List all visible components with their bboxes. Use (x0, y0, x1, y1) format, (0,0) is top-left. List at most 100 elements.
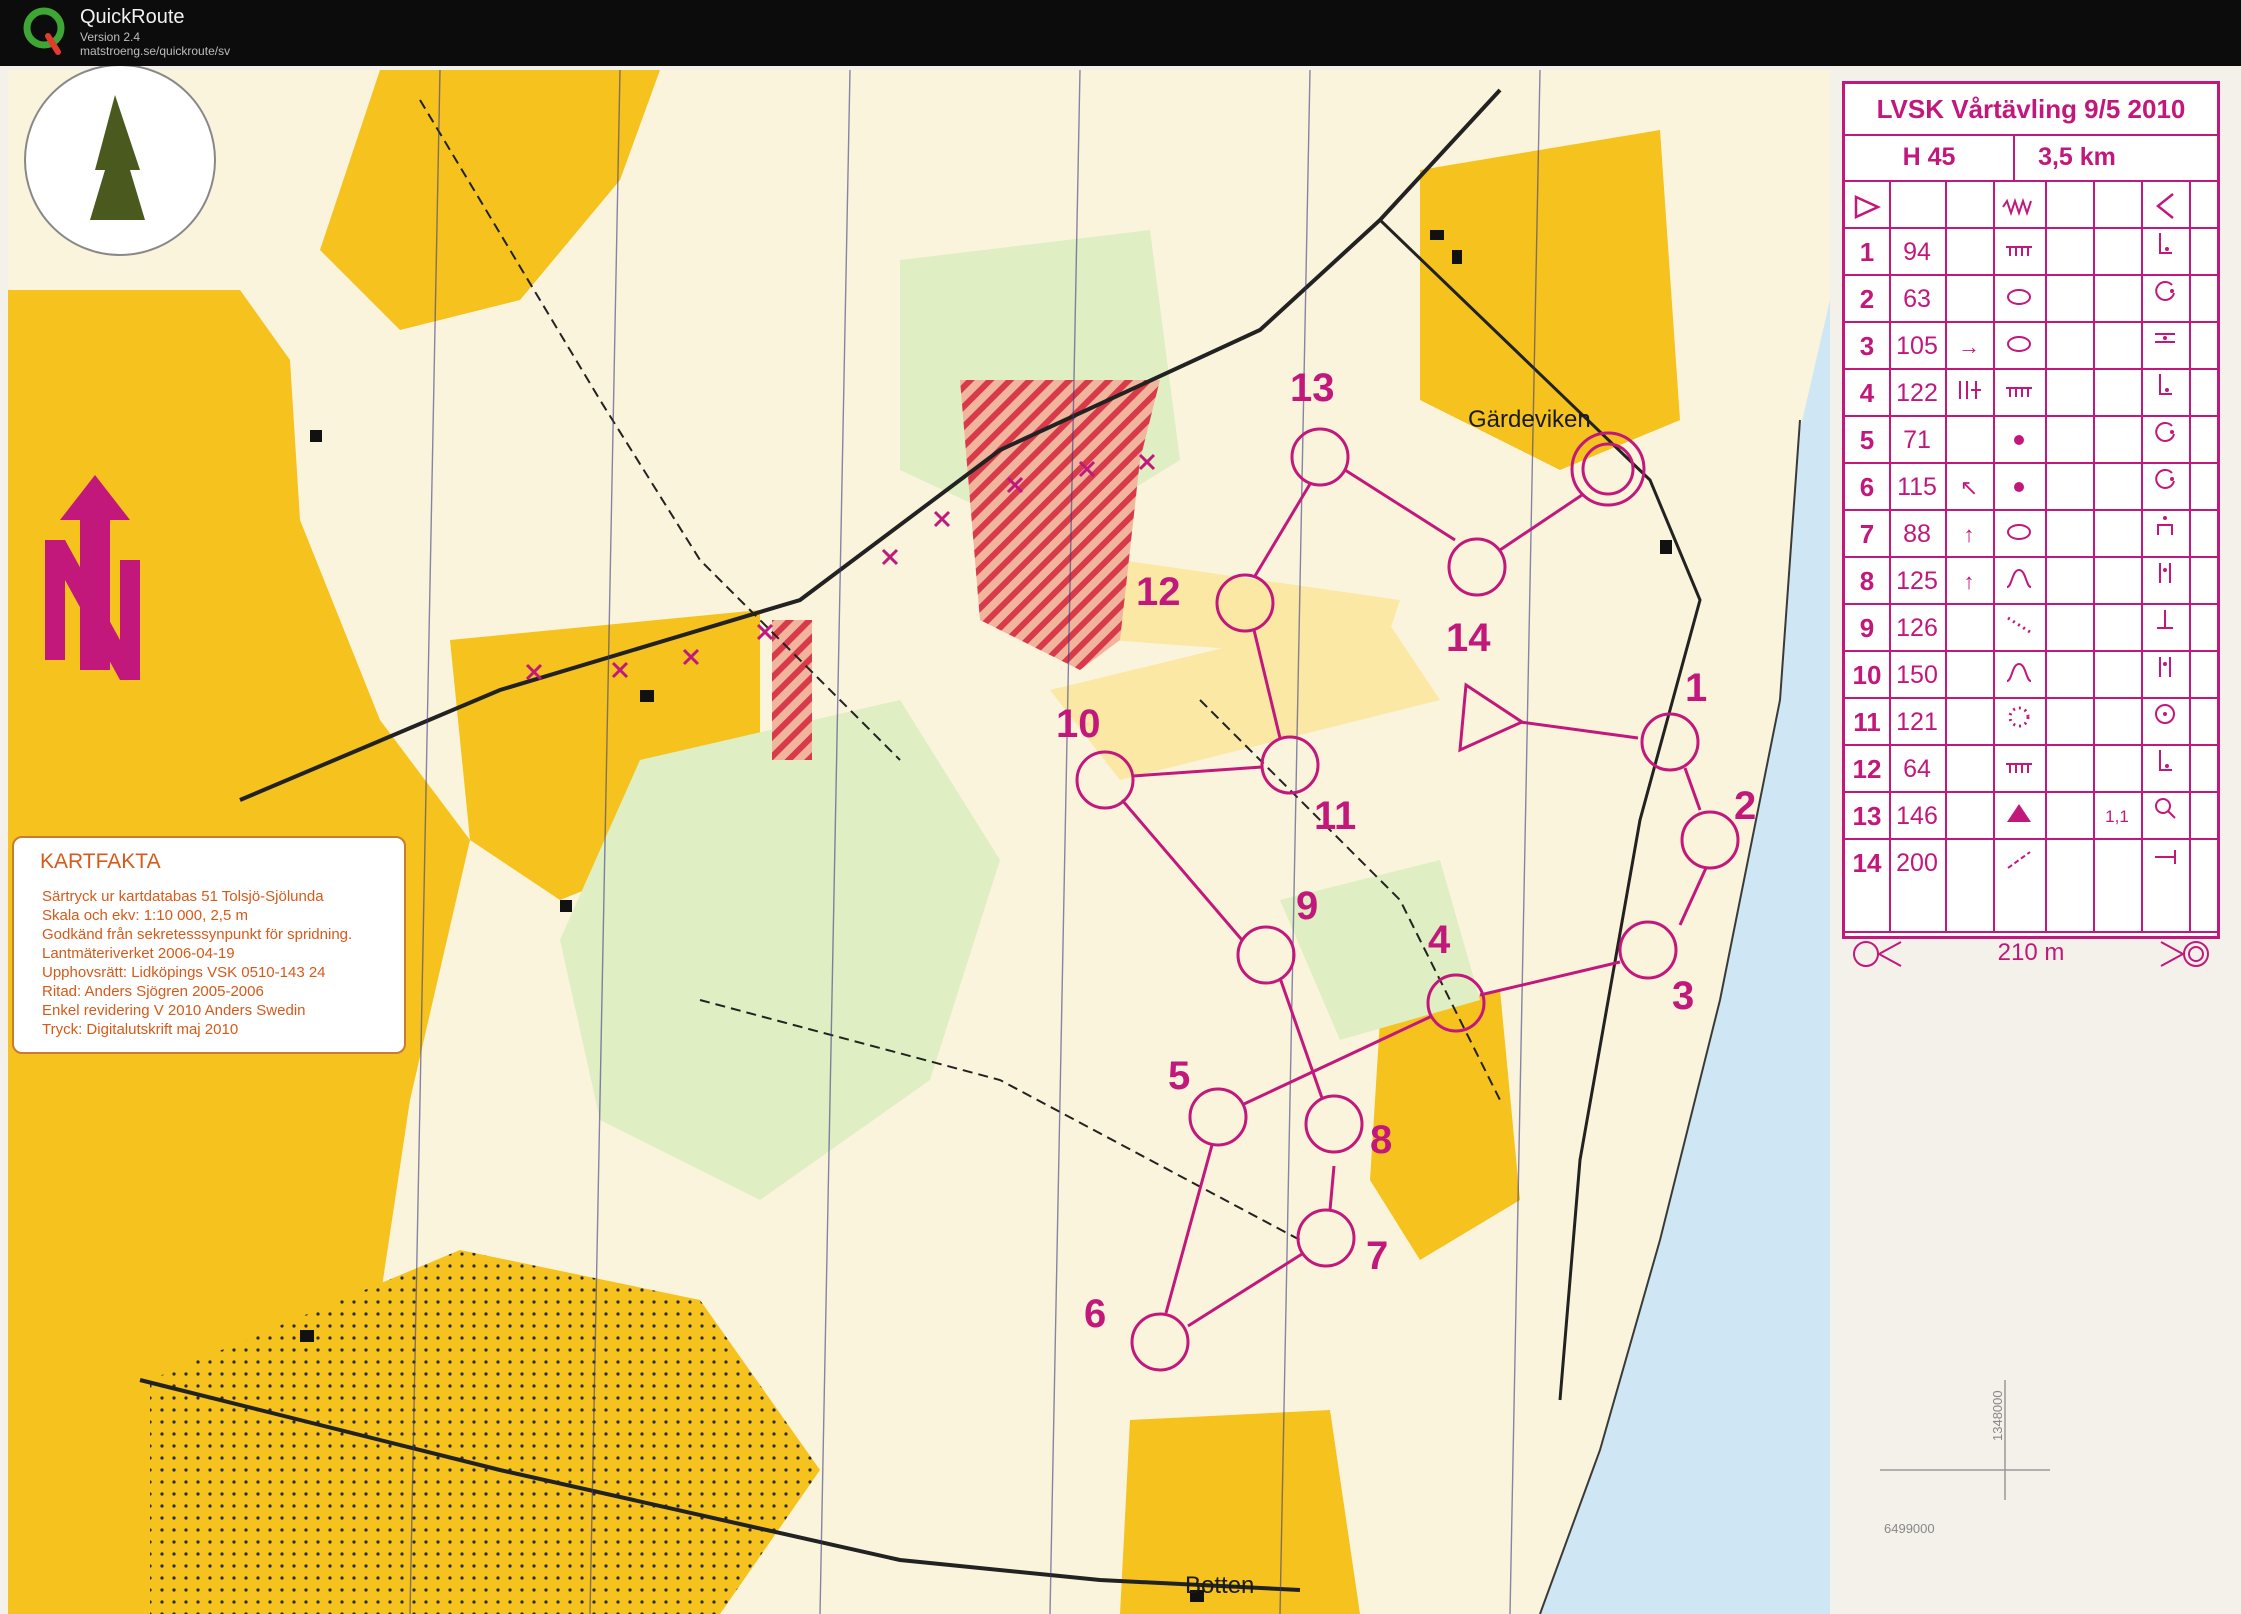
fence-symbol-icon (1993, 229, 2045, 276)
finish-distance: 210 m (1997, 939, 2065, 966)
dimension-value (2093, 464, 2141, 511)
direction-glyph (1945, 417, 1993, 464)
direction-glyph (1945, 746, 1993, 793)
map-facts-line: Lantmäteriverket 2006-04-19 (42, 945, 235, 962)
angle-bracket-icon (2141, 182, 2189, 229)
dimension-value (2093, 746, 2141, 793)
finish-row: 210 m (1845, 931, 2217, 975)
control-number-10: 10 (1056, 702, 1101, 746)
direction-glyph (1945, 840, 1993, 887)
control-row-13: 13 146 1,1 (1845, 791, 2217, 840)
control-row-9: 9 126 (1845, 603, 2217, 652)
control-code: 63 (1903, 285, 1931, 313)
end-bar-icon (2141, 840, 2189, 887)
finish-right-icon (2160, 941, 2209, 967)
control-num: 9 (1859, 613, 1875, 643)
direction-glyph (1945, 699, 1993, 746)
dimension-value (2093, 652, 2141, 699)
fence-symbol-icon (1993, 370, 2045, 417)
dimension-value (2093, 511, 2141, 558)
control-code: 200 (1896, 849, 1938, 877)
title-bar: QuickRoute Version 2.4 matstroeng.se/qui… (0, 0, 2241, 66)
foot-corner-icon (2141, 229, 2189, 276)
direction-glyph (1945, 652, 1993, 699)
side-symbol-icon (2141, 558, 2189, 605)
control-code: 146 (1896, 802, 1938, 830)
dimension-value (2093, 840, 2141, 887)
direction-glyph: → (1958, 334, 1980, 359)
end-symbol-icon (2141, 605, 2189, 652)
magnifier-symbol-icon (2141, 793, 2189, 840)
map-facts-title: KARTFAKTA (40, 850, 161, 873)
dot-icon (1993, 464, 2045, 511)
control-num: 11 (1853, 707, 1881, 737)
direction-glyph (1945, 793, 1993, 840)
hill-symbol-icon (1993, 652, 2045, 699)
map-facts-line: Skala och ekv: 1:10 000, 2,5 m (42, 907, 248, 924)
control-row-2: 2 63 (1845, 274, 2217, 323)
direction-glyph: ↖ (1959, 475, 1979, 500)
part-circle-icon (2141, 417, 2189, 464)
dimension-value (2093, 370, 2141, 417)
control-code: 71 (1903, 426, 1931, 454)
start-triangle-icon (1845, 182, 1889, 229)
control-row-3: 3 105 → (1845, 321, 2217, 370)
dimension-value (2093, 699, 2141, 746)
place-name-gardeviken: Gärdeviken (1468, 406, 1591, 433)
app-url[interactable]: matstroeng.se/quickroute/sv (80, 44, 230, 58)
out-of-bounds-strip (772, 620, 812, 760)
app-version: Version 2.4 (80, 30, 141, 44)
between-symbol-icon (2141, 323, 2189, 370)
control-row-10: 10 150 (1845, 650, 2217, 699)
part-circle-icon (2141, 464, 2189, 511)
part-circle-icon (2141, 276, 2189, 323)
control-number-7: 7 (1366, 1234, 1389, 1278)
hill-symbol-icon (1993, 558, 2045, 605)
control-code: 121 (1896, 708, 1938, 736)
control-num: 5 (1859, 425, 1875, 455)
dotted-circle-icon (1993, 699, 2045, 746)
ellipse-symbol-icon (1993, 511, 2045, 558)
control-number-4: 4 (1428, 918, 1451, 962)
coordinate-easting: 6499000 (1884, 1521, 1935, 1536)
direction-glyph (1945, 276, 1993, 323)
direction-glyph: ↑ (1963, 522, 1975, 547)
map-facts-line: Godkänd från sekretesssynpunkt för sprid… (42, 926, 353, 943)
control-num: 2 (1859, 284, 1875, 314)
dimension-value (2093, 558, 2141, 605)
control-num: 6 (1859, 472, 1875, 502)
ellipse-symbol-icon (1993, 276, 2045, 323)
triangle-icon (1993, 793, 2045, 840)
control-code: 122 (1896, 379, 1938, 407)
control-row-8: 8 125 ↑ (1845, 556, 2217, 605)
control-number-2: 2 (1734, 784, 1757, 828)
control-num: 1 (1859, 237, 1875, 267)
control-number-13: 13 (1290, 366, 1335, 410)
control-code: 150 (1896, 661, 1938, 689)
map-facts-line: Upphovsrätt: Lidköpings VSK 0510-143 24 (42, 964, 326, 981)
coordinate-northing: 1348000 (1990, 1390, 2005, 1441)
control-row-5: 5 71 (1845, 415, 2217, 464)
control-code: 125 (1896, 567, 1938, 595)
control-num: 3 (1859, 331, 1875, 361)
control-number-8: 8 (1370, 1118, 1393, 1162)
dimension-value (2093, 605, 2141, 652)
start-row (1845, 180, 2217, 229)
map-facts-line: Enkel revidering V 2010 Anders Swedin (42, 1002, 306, 1019)
dotted-line-icon (1993, 605, 2045, 652)
dimension-value (2093, 417, 2141, 464)
direction-glyph: ↑ (1963, 569, 1975, 594)
control-num: 8 (1859, 566, 1875, 596)
control-number-11: 11 (1314, 794, 1357, 838)
control-row-11: 11 121 (1845, 697, 2217, 746)
dashed-diagonal-icon (1993, 840, 2045, 887)
map-facts-box: KARTFAKTA Särtryck ur kartdatabas 51 Tol… (12, 836, 406, 1054)
map-facts-line: Särtryck ur kartdatabas 51 Tolsjö-Sjölun… (42, 888, 324, 905)
club-logo-icon (24, 66, 216, 256)
direction-glyph (1945, 229, 1993, 276)
control-number-1: 1 (1685, 666, 1708, 710)
control-number-3: 3 (1672, 974, 1695, 1018)
control-number-14: 14 (1446, 616, 1491, 660)
control-number-6: 6 (1084, 1292, 1107, 1336)
control-code: 64 (1903, 755, 1931, 783)
